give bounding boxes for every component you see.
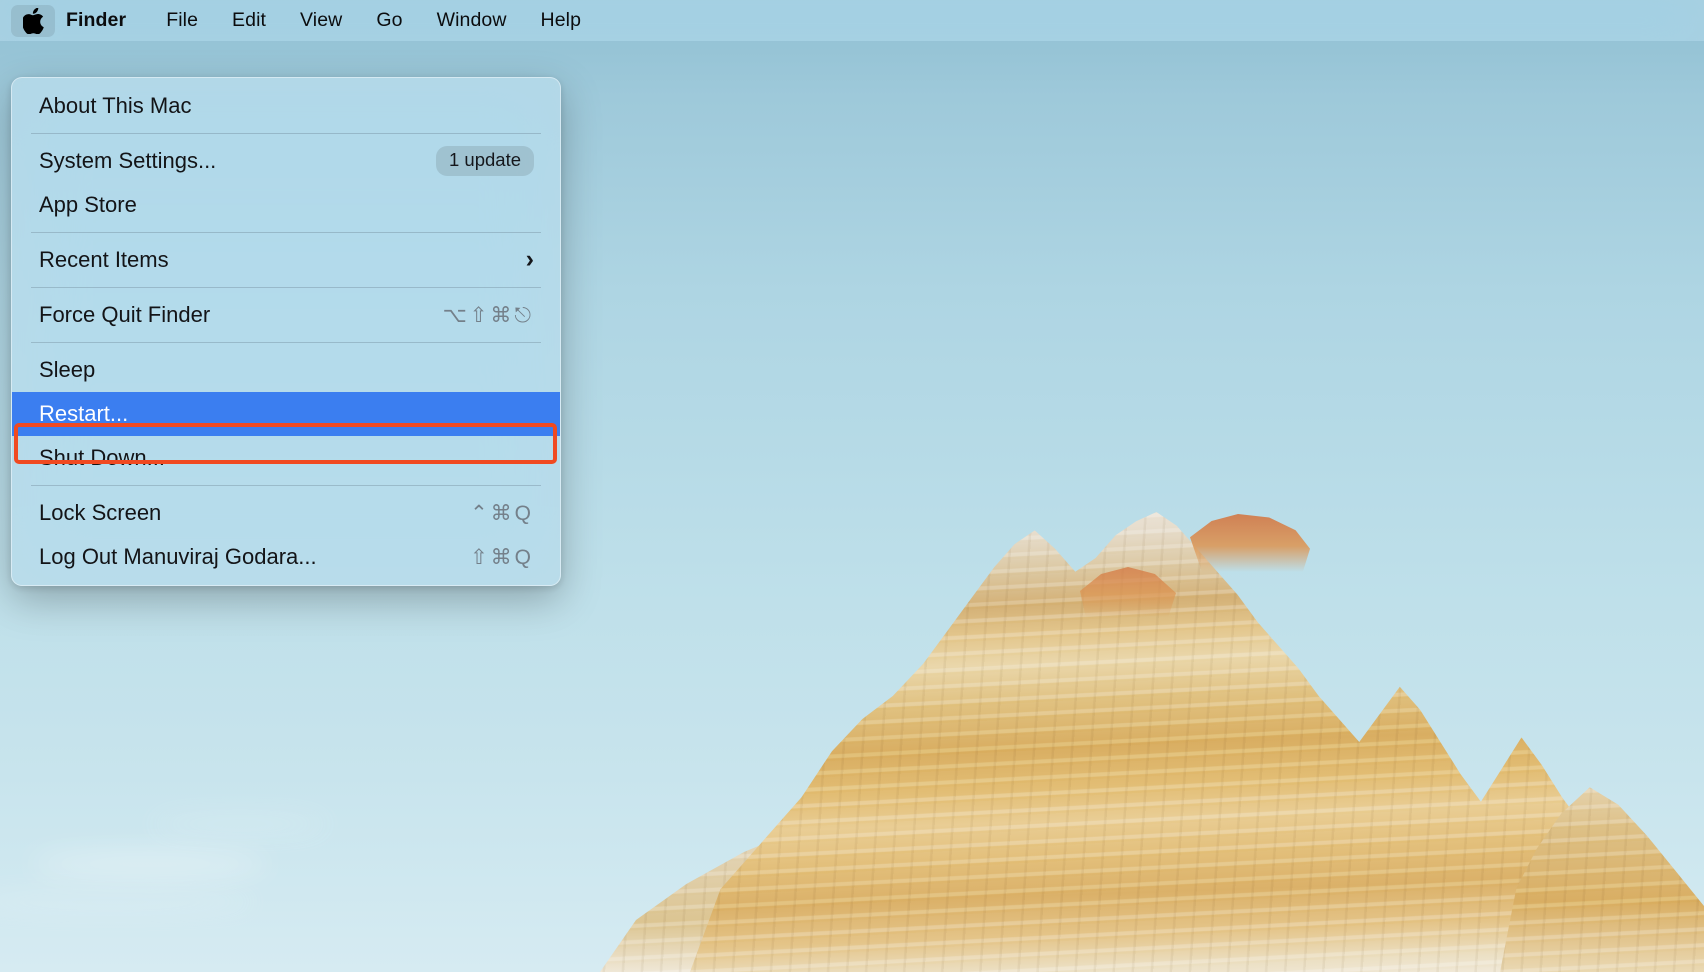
menu-item-log-out[interactable]: Log Out Manuviraj Godara... ⇧⌘Q	[12, 535, 560, 579]
menu-separator	[31, 342, 541, 343]
keyboard-shortcut: ⌃⌘Q	[470, 501, 534, 525]
menu-item-label: Sleep	[39, 357, 96, 382]
menu-item-label: Lock Screen	[39, 500, 162, 525]
menu-separator	[31, 232, 541, 233]
menu-bar-item-finder[interactable]: Finder	[62, 10, 149, 31]
menu-separator	[31, 133, 541, 134]
menu-bar-item-help[interactable]: Help	[524, 10, 599, 31]
menu-bar-item-file[interactable]: File	[149, 10, 215, 31]
menu-item-sleep[interactable]: Sleep	[12, 348, 560, 392]
menu-bar-item-edit[interactable]: Edit	[215, 10, 283, 31]
menu-item-system-settings[interactable]: System Settings... 1 update	[12, 139, 560, 183]
menu-item-label: Shut Down...	[39, 445, 165, 470]
menu-bar-item-go[interactable]: Go	[359, 10, 419, 31]
apple-logo-icon	[22, 7, 44, 34]
update-count-badge: 1 update	[435, 146, 534, 176]
menu-item-shut-down[interactable]: Shut Down...	[12, 436, 560, 480]
menu-item-about-this-mac[interactable]: About This Mac	[12, 84, 560, 128]
desktop: Finder File Edit View Go Window Help Abo…	[0, 0, 1704, 972]
chevron-right-icon: ›	[525, 244, 534, 273]
keyboard-shortcut: ⇧⌘Q	[470, 545, 534, 569]
apple-menu-button[interactable]	[11, 4, 55, 37]
menu-item-force-quit-finder[interactable]: Force Quit Finder ⌥⇧⌘⎋	[12, 293, 560, 337]
menu-item-label: Log Out Manuviraj Godara...	[39, 544, 317, 569]
menu-item-lock-screen[interactable]: Lock Screen ⌃⌘Q	[12, 491, 560, 535]
menu-separator	[31, 485, 541, 486]
menu-item-label: App Store	[39, 192, 137, 217]
apple-menu-dropdown: About This Mac System Settings... 1 upda…	[11, 77, 561, 586]
menu-bar: Finder File Edit View Go Window Help	[0, 0, 1704, 41]
menu-item-restart[interactable]: Restart...	[12, 392, 560, 436]
menu-item-label: System Settings...	[39, 148, 217, 173]
menu-item-label: About This Mac	[39, 93, 192, 118]
menu-item-app-store[interactable]: App Store	[12, 183, 560, 227]
menu-item-label: Restart...	[39, 401, 129, 426]
menu-item-label: Recent Items	[39, 247, 169, 272]
menu-separator	[31, 287, 541, 288]
rock-orange-cap	[1190, 514, 1310, 572]
keyboard-shortcut: ⌥⇧⌘⎋	[442, 303, 534, 327]
menu-bar-item-window[interactable]: Window	[420, 10, 524, 31]
menu-item-label: Force Quit Finder	[39, 302, 211, 327]
menu-item-recent-items[interactable]: Recent Items ›	[12, 238, 560, 282]
menu-bar-item-view[interactable]: View	[283, 10, 359, 31]
